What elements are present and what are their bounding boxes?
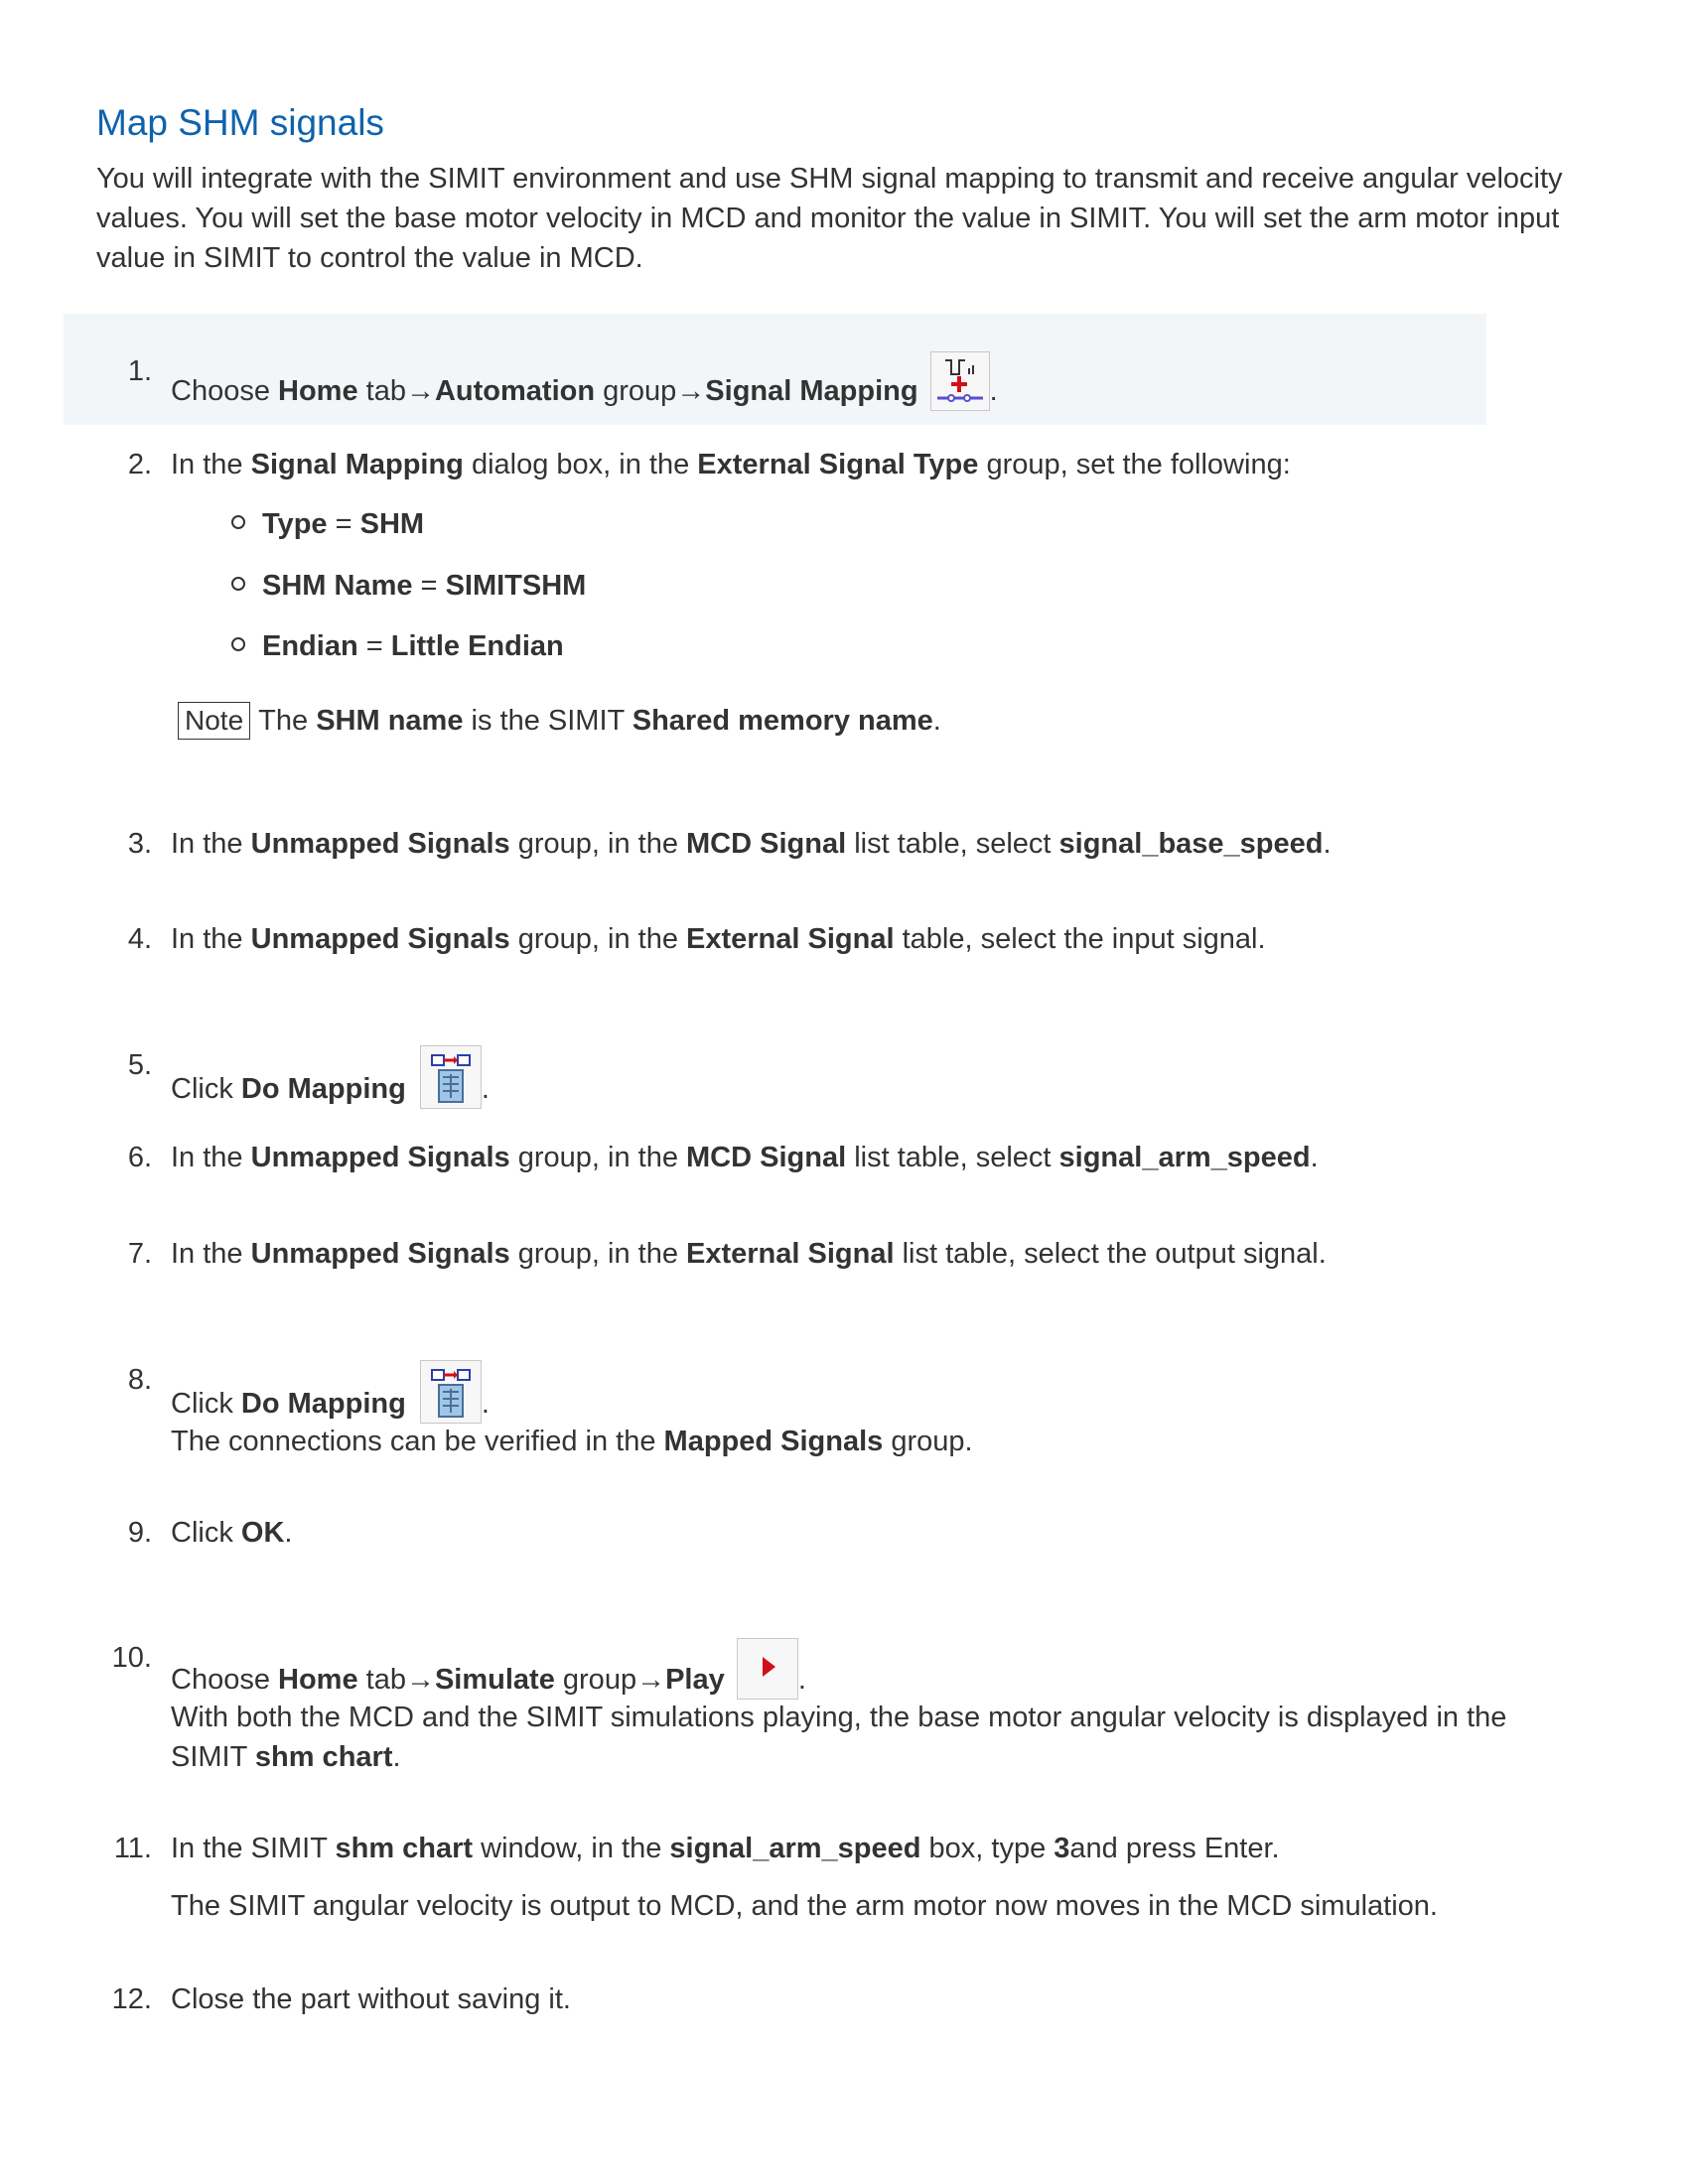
step-text: In the SIMIT shm chart window, in the si… — [171, 1833, 1280, 1864]
do-mapping-icon[interactable] — [419, 1045, 482, 1109]
step-number: 3. — [127, 828, 152, 860]
circle-bullet-icon — [231, 577, 245, 592]
sublist-item: Type = SHM — [231, 504, 424, 544]
step-number: 1. — [127, 355, 152, 387]
step-text: Choose Home tab→Simulate group→Play . — [171, 1638, 1571, 1700]
note-tag: Note — [178, 702, 251, 740]
play-icon[interactable] — [736, 1638, 798, 1700]
step-number: 10. — [111, 1642, 152, 1674]
circle-bullet-icon — [231, 515, 245, 530]
step-number: 4. — [127, 923, 152, 955]
note: Note The SHM name is the SIMIT Shared mem… — [178, 701, 1568, 741]
circle-bullet-icon — [231, 637, 245, 652]
step-text: Click Do Mapping . — [171, 1045, 1571, 1109]
step-number: 9. — [127, 1517, 152, 1549]
sublist-item: SHM Name = SIMITSHM — [231, 566, 586, 606]
do-mapping-icon[interactable] — [419, 1360, 482, 1424]
step-text: Close the part without saving it. — [171, 1983, 571, 2015]
step-number: 7. — [127, 1238, 152, 1270]
step-text: In the Signal Mapping dialog box, in the… — [171, 449, 1291, 480]
page-title: Map SHM signals — [96, 102, 384, 143]
step-text: In the Unmapped Signals group, in the MC… — [171, 828, 1332, 860]
step-number: 8. — [127, 1364, 152, 1396]
step-text: Choose Home tab→Automation group→Signal … — [171, 351, 1571, 411]
step-number: 6. — [127, 1142, 152, 1173]
step-10-result: With both the MCD and the SIMIT simulati… — [171, 1702, 1507, 1773]
document-page: Map SHM signals You will integrate with … — [96, 97, 1586, 278]
intro-paragraph: You will integrate with the SIMIT enviro… — [96, 163, 1563, 274]
step-number: 5. — [127, 1049, 152, 1081]
step-11-result: The SIMIT angular velocity is output to … — [171, 1890, 1438, 1922]
sublist-item: Endian = Little Endian — [231, 626, 564, 666]
signal-mapping-icon[interactable] — [929, 351, 990, 411]
step-text: Click Do Mapping . — [171, 1360, 1571, 1424]
step-text: In the Unmapped Signals group, in the MC… — [171, 1142, 1319, 1173]
step-number: 12. — [111, 1983, 152, 2015]
step-text: Click OK. — [171, 1517, 293, 1549]
step-text: In the Unmapped Signals group, in the Ex… — [171, 1238, 1327, 1270]
step-number: 11. — [113, 1833, 152, 1864]
step-text: In the Unmapped Signals group, in the Ex… — [171, 923, 1266, 955]
step-8-result: The connections can be verified in the M… — [171, 1426, 973, 1457]
step-number: 2. — [127, 449, 152, 480]
